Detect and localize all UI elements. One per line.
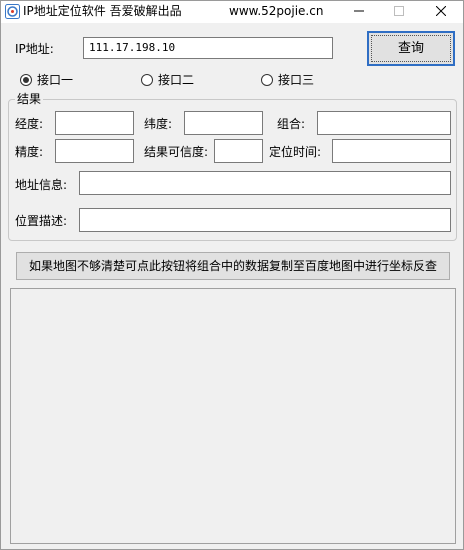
ip-label: IP地址: <box>15 42 54 56</box>
description-label: 位置描述: <box>15 214 68 228</box>
locate-time-label: 定位时间: <box>269 145 322 159</box>
window-title: IP地址定位软件 吾爱破解出品 <box>23 4 182 18</box>
address-label: 地址信息: <box>15 178 68 192</box>
copy-to-baidu-map-button[interactable]: 如果地图不够清楚可点此按钮将组合中的数据复制至百度地图中进行坐标反查 <box>16 252 450 280</box>
ip-input[interactable]: 111.17.198.10 <box>83 37 333 59</box>
interface-1-label[interactable]: 接口一 <box>37 72 73 88</box>
longitude-field[interactable] <box>55 111 134 135</box>
longitude-label: 经度: <box>15 117 44 131</box>
description-field[interactable] <box>79 208 451 232</box>
interface-1-radio[interactable] <box>20 74 32 86</box>
confidence-field[interactable] <box>214 139 263 163</box>
close-button[interactable] <box>421 1 461 21</box>
address-field[interactable] <box>79 171 451 195</box>
window-title-site: www.52pojie.cn <box>229 4 324 18</box>
maximize-button[interactable] <box>379 1 419 21</box>
interface-2-label[interactable]: 接口二 <box>158 72 194 88</box>
interface-3-label[interactable]: 接口三 <box>278 72 314 88</box>
latitude-label: 纬度: <box>144 117 173 131</box>
query-button-label: 查询 <box>397 41 424 56</box>
minimize-button[interactable] <box>339 1 379 21</box>
main-window: IP地址定位软件 吾爱破解出品 www.52pojie.cn IP地址: 111… <box>0 0 464 550</box>
combined-label: 组合: <box>277 117 306 131</box>
maximize-icon <box>394 6 404 16</box>
confidence-label: 结果可信度: <box>144 145 209 159</box>
result-group-title: 结果 <box>15 91 44 107</box>
combined-field[interactable] <box>317 111 451 135</box>
interface-3-radio[interactable] <box>261 74 273 86</box>
latitude-field[interactable] <box>184 111 263 135</box>
locate-time-field[interactable] <box>332 139 451 163</box>
app-icon <box>5 4 20 19</box>
title-bar[interactable]: IP地址定位软件 吾爱破解出品 www.52pojie.cn <box>1 1 463 23</box>
precision-field[interactable] <box>55 139 134 163</box>
minimize-icon <box>354 10 364 12</box>
close-icon <box>436 6 446 16</box>
precision-label: 精度: <box>15 145 44 159</box>
map-panel[interactable] <box>10 288 456 544</box>
interface-2-radio[interactable] <box>141 74 153 86</box>
query-button[interactable]: 查询 <box>367 31 455 66</box>
